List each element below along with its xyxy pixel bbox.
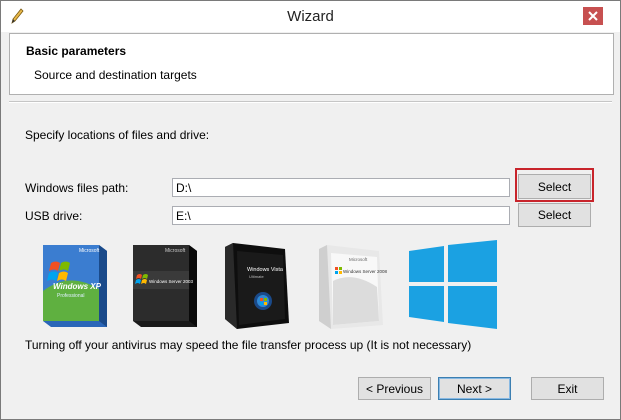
windows-server-2008-box-icon: Microsoft Windows Server 2008 — [319, 245, 388, 329]
vista-name-text: Windows Vista — [247, 267, 284, 273]
select-usb-drive-button[interactable]: Select — [518, 203, 591, 227]
close-button[interactable] — [583, 7, 603, 25]
usb-drive-label: USB drive: — [25, 209, 83, 223]
windows-path-field[interactable] — [172, 178, 510, 197]
windows-server-2003-box-icon: Microsoft Windows Server 2003 — [133, 245, 197, 327]
server2008-brand-text: Microsoft — [349, 257, 368, 262]
xp-edition-text: Professional — [57, 293, 85, 299]
page-title: Basic parameters — [26, 44, 127, 58]
page-subtitle: Source and destination targets — [34, 68, 197, 82]
windows-vista-box-icon: Windows Vista Ultimate — [225, 243, 289, 329]
previous-button[interactable]: < Previous — [358, 377, 431, 400]
windows-xp-box-icon: Microsoft Windows XP Professional — [43, 245, 107, 327]
server2008-name-text: Windows Server 2008 — [343, 269, 388, 274]
server2003-name-text: Windows Server 2003 — [149, 279, 194, 284]
windows-8-logo-icon — [409, 240, 497, 329]
header-panel: Basic parameters Source and destination … — [9, 33, 614, 95]
server2003-brand-text: Microsoft — [165, 248, 186, 254]
close-icon — [588, 11, 598, 21]
wizard-window: Wizard Basic parameters Source and desti… — [0, 0, 621, 420]
instruction-text: Specify locations of files and drive: — [25, 128, 210, 142]
header-separator — [9, 101, 612, 103]
window-title: Wizard — [287, 8, 334, 25]
usb-drive-field[interactable] — [172, 206, 510, 225]
title-bar: Wizard — [1, 1, 620, 32]
select-windows-path-button[interactable]: Select — [518, 174, 591, 199]
antivirus-note: Turning off your antivirus may speed the… — [25, 338, 472, 352]
xp-brand-text: Microsoft — [79, 248, 100, 254]
next-button[interactable]: Next > — [438, 377, 511, 400]
exit-button[interactable]: Exit — [531, 377, 604, 400]
xp-name-text: Windows XP — [53, 282, 102, 291]
windows-path-label: Windows files path: — [25, 181, 129, 195]
vista-edition-text: Ultimate — [249, 274, 264, 279]
